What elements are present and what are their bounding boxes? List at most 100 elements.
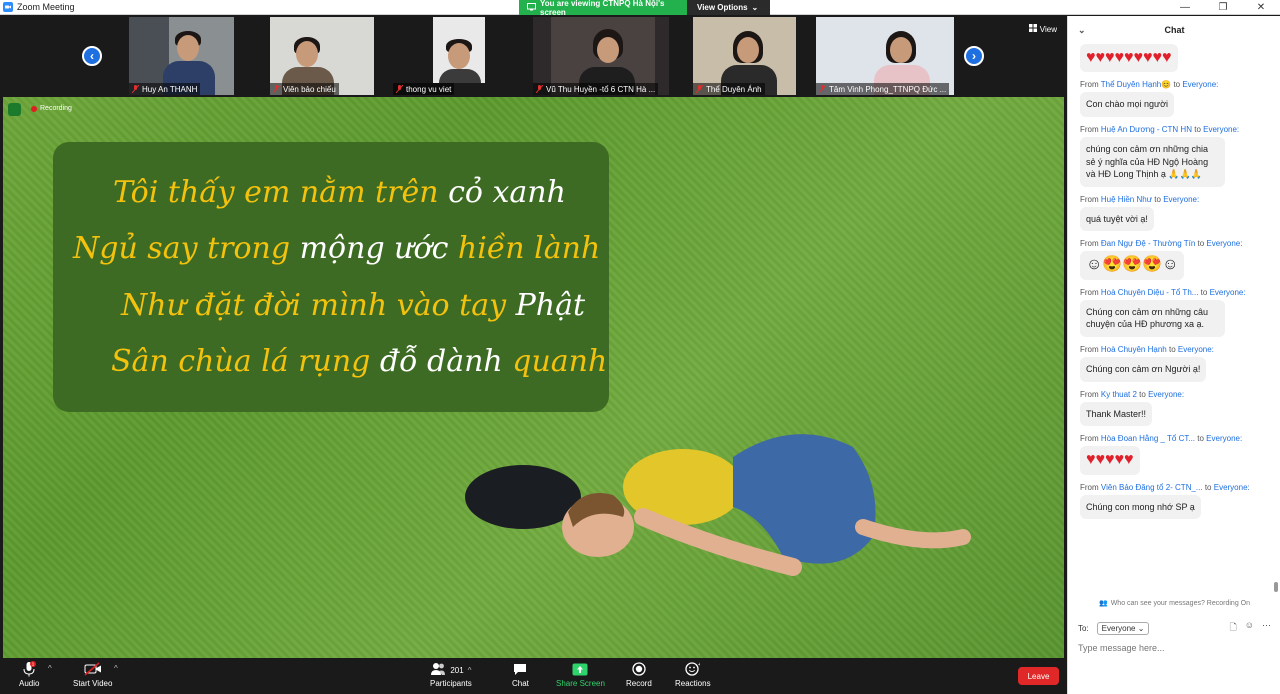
minimize-icon: —	[1180, 2, 1190, 13]
recipient-name: Everyone:	[1209, 287, 1246, 297]
chat-message-text: Chúng con mong nhớ SP ạ	[1080, 494, 1201, 520]
participant-face	[890, 37, 912, 63]
from-label: From	[1080, 124, 1099, 134]
chat-message-text: Chúng con cảm ơn những câu chuyện của HĐ…	[1080, 299, 1225, 337]
minimize-button[interactable]: —	[1166, 0, 1204, 15]
chat-message-meta: From Hoà Chuyên Diệu - Tổ Th... to Every…	[1080, 288, 1269, 297]
reactions-button[interactable]: + Reactions	[675, 661, 711, 688]
chat-message-meta: From Hòa Đoan Hằng _ Tổ CT... to Everyon…	[1080, 434, 1269, 443]
chat-header: ⌄ Chat	[1068, 16, 1280, 44]
chat-message: From Đan Ngự Đệ - Thường Tín to Everyone…	[1068, 239, 1280, 280]
from-label: From	[1080, 239, 1099, 249]
poem-text: quanh	[502, 344, 608, 380]
sender-name[interactable]: Đan Ngự Đệ - Thường Tín	[1101, 239, 1195, 248]
file-icon[interactable]: 🗋	[1230, 620, 1237, 636]
next-page-button[interactable]: ›	[964, 46, 984, 66]
leave-button[interactable]: Leave	[1018, 667, 1059, 685]
view-label: View	[1039, 24, 1057, 34]
title-bar: Zoom Meeting You are viewing CTNPQ Hà Nộ…	[0, 0, 1280, 17]
sender-name[interactable]: Hoà Chuyên Diệu - Tổ Th...	[1101, 288, 1199, 297]
sender-name[interactable]: Hoà Chuyên Hạnh	[1101, 345, 1167, 354]
view-options-button[interactable]: View Options ⌄	[687, 0, 770, 15]
chat-message: From Viên Bảo Đăng tổ 2- CTN_... to Ever…	[1068, 483, 1280, 520]
from-label: From	[1080, 389, 1099, 399]
chat-message-list[interactable]: ♥♥♥♥♥♥♥♥♥ From Thể Duyên Hạnh😊 to Everyo…	[1068, 44, 1280, 596]
chat-message-text: Con chào mọi người	[1080, 92, 1174, 117]
participant-name: thong vu viet	[406, 84, 452, 94]
to-word: to	[1204, 482, 1212, 492]
participant-tile[interactable]: Tâm Vinh Phong_TTNPQ Đức ...	[816, 17, 954, 95]
muted-mic-icon	[818, 84, 827, 94]
recipient-dropdown[interactable]: Everyone ⌄	[1096, 621, 1150, 635]
record-label: Record	[626, 679, 652, 688]
chat-scrollbar[interactable]	[1274, 46, 1278, 598]
chat-message-meta: From Thể Duyên Hạnh😊 to Everyone:	[1080, 80, 1269, 89]
participants-button[interactable]: 201 ^ Participants	[430, 661, 472, 688]
close-button[interactable]: ✕	[1242, 0, 1280, 15]
chat-privacy-notice[interactable]: 👥 Who can see your messages? Recording O…	[1068, 597, 1280, 609]
recipient-name: Everyone:	[1213, 482, 1250, 492]
view-layout-button[interactable]: View	[1028, 24, 1057, 34]
video-options-caret[interactable]: ^	[114, 664, 118, 673]
chevron-left-icon: ‹	[90, 49, 94, 63]
sleeping-child-illustration	[465, 434, 971, 576]
svg-text:+: +	[698, 662, 700, 668]
more-icon[interactable]: ⋯	[1262, 620, 1271, 636]
audio-button[interactable]: 1 Audio	[19, 661, 39, 688]
participant-tile[interactable]: thong vu viet	[393, 17, 493, 95]
zoom-window: Zoom Meeting You are viewing CTNPQ Hà Nộ…	[0, 0, 1280, 694]
previous-page-button[interactable]: ‹	[82, 46, 102, 66]
sender-name[interactable]: Thể Duyên Hạnh😊	[1101, 80, 1171, 89]
chevron-down-icon: ⌄	[751, 3, 759, 12]
participant-name: Viên bảo chiếu	[283, 84, 336, 94]
chat-message: ♥♥♥♥♥♥♥♥♥	[1068, 44, 1280, 73]
chevron-down-icon[interactable]: ⌄	[1078, 25, 1086, 36]
to-word: to	[1197, 434, 1204, 444]
audio-options-caret[interactable]: ^	[48, 664, 52, 673]
share-banner: You are viewing CTNPQ Hà Nội's screen Vi…	[519, 0, 770, 17]
sender-name[interactable]: Ky thuat 2	[1101, 390, 1137, 399]
chat-message: From Huệ Hiền Như to Everyone: quá tuyệt…	[1068, 195, 1280, 232]
recipient-name: Everyone:	[1163, 194, 1200, 204]
close-icon: ✕	[1256, 2, 1266, 13]
participant-tile[interactable]: Huy An THANH	[129, 17, 234, 95]
chat-message-input[interactable]	[1078, 640, 1271, 656]
chat-message-meta: From Huệ Hiền Như to Everyone:	[1080, 195, 1269, 204]
participant-name: Thể Duyên Ánh	[706, 84, 762, 94]
record-button[interactable]: Record	[626, 661, 652, 688]
chevron-right-icon: ›	[972, 49, 976, 63]
sender-name[interactable]: Huệ Hiền Như	[1101, 195, 1152, 204]
maximize-button[interactable]: ❐	[1204, 0, 1242, 15]
scrollbar-thumb[interactable]	[1274, 582, 1278, 592]
video-area: ‹ Huy An THANH Viên bảo chiếu thong vu v…	[0, 16, 1067, 658]
chat-message: From Hoà Chuyên Diệu - Tổ Th... to Every…	[1068, 288, 1280, 337]
participant-tile[interactable]: Vũ Thu Huyền -tổ 6 CTN Hà ...	[533, 17, 669, 95]
chat-message-meta: From Ky thuat 2 to Everyone:	[1080, 390, 1269, 399]
to-word: to	[1139, 389, 1146, 399]
poem-line-3: Như đặt đời mình vào tay Phật	[73, 288, 589, 323]
chat-tools: 🗋 ☺ ⋯	[1230, 620, 1271, 636]
poem-line-1: Tôi thấy em nằm trên cỏ xanh	[73, 175, 589, 210]
start-video-button[interactable]: Start Video	[73, 661, 112, 688]
chat-message: From Hòa Đoan Hằng _ Tổ CT... to Everyon…	[1068, 434, 1280, 475]
view-options-label: View Options	[697, 3, 748, 12]
recipient-value: Everyone	[1101, 623, 1136, 633]
chat-message-meta: From Huệ An Dương - CTN HN to Everyone:	[1080, 125, 1269, 134]
participant-name: Huy An THANH	[142, 84, 198, 94]
sender-name[interactable]: Hòa Đoan Hằng _ Tổ CT...	[1101, 434, 1195, 443]
chat-notice-text: Who can see your messages? Recording On	[1110, 599, 1250, 607]
emoji-icon[interactable]: ☺	[1245, 620, 1254, 636]
participant-tile[interactable]: Viên bảo chiếu	[270, 17, 374, 95]
sender-name[interactable]: Huệ An Dương - CTN HN	[1101, 125, 1192, 134]
chat-message-text: quá tuyệt vời ạ!	[1080, 206, 1154, 232]
share-screen-button[interactable]: Share Screen	[556, 661, 605, 688]
participant-tile[interactable]: Thể Duyên Ánh	[693, 17, 796, 95]
to-word: to	[1197, 239, 1205, 249]
people-icon: 👥	[1098, 600, 1108, 607]
participant-name: Tâm Vinh Phong_TTNPQ Đức ...	[829, 84, 947, 94]
participants-options-caret[interactable]: ^	[468, 666, 472, 675]
participants-count: 201	[450, 665, 464, 675]
sender-name[interactable]: Viên Bảo Đăng tổ 2- CTN_...	[1101, 483, 1203, 492]
muted-mic-icon	[535, 84, 544, 94]
chat-button[interactable]: Chat	[512, 661, 529, 688]
